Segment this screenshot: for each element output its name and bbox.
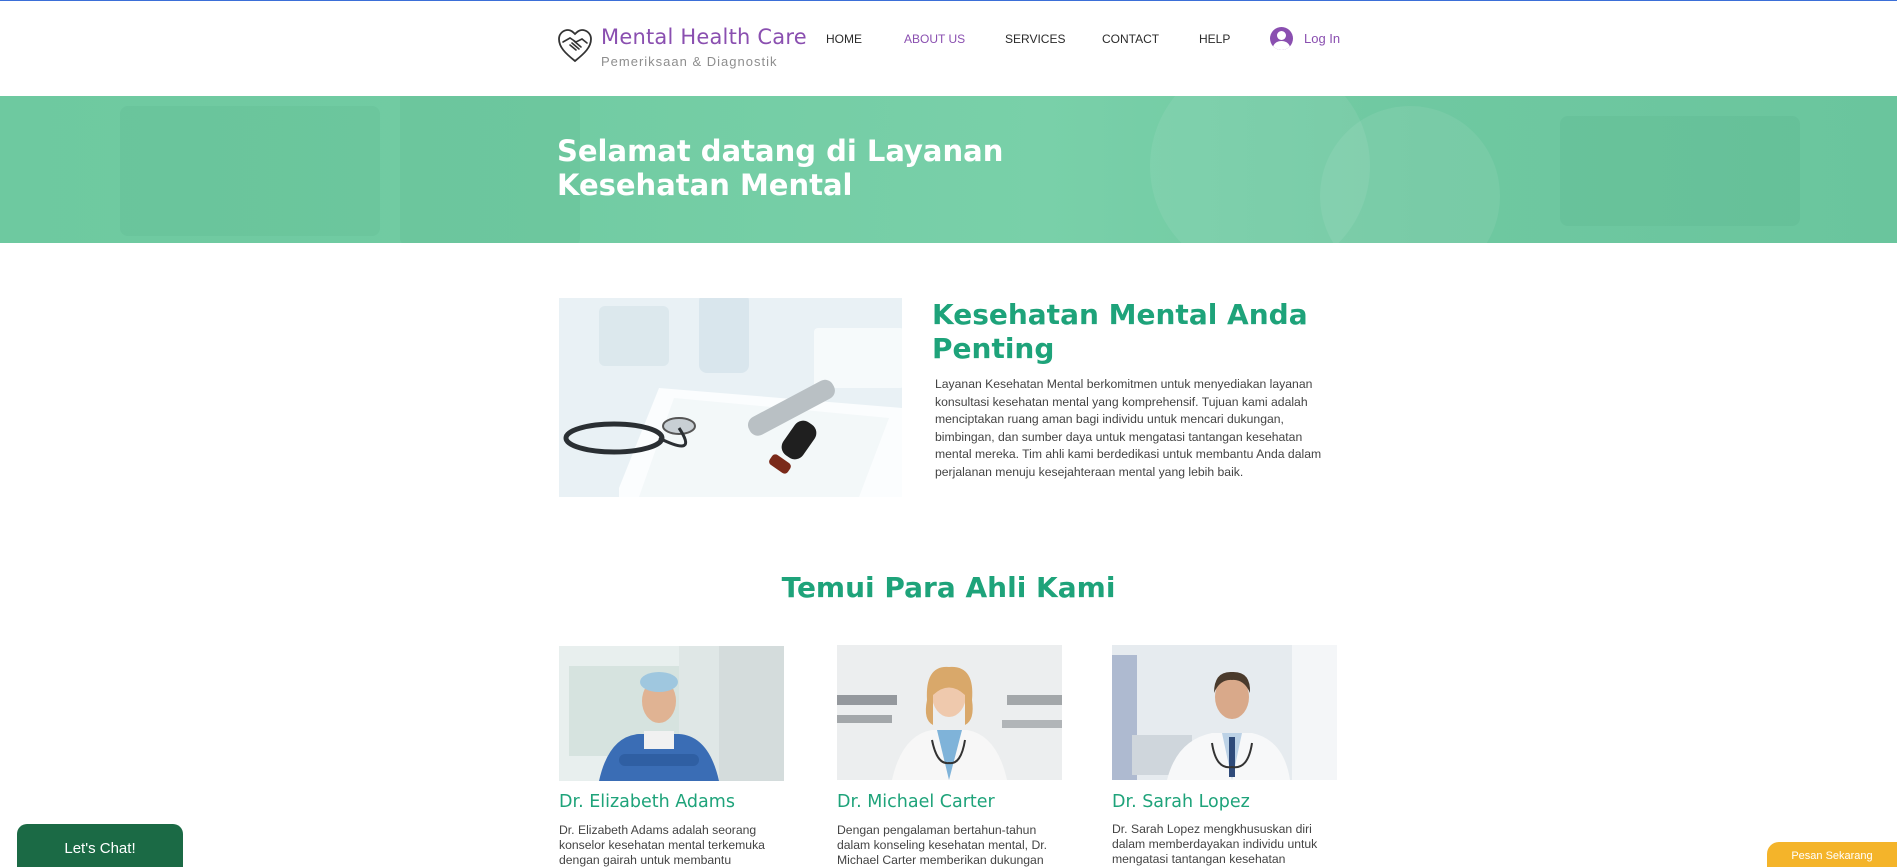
- site-header: Mental Health Care Pemeriksaan & Diagnos…: [0, 1, 1897, 96]
- hero-banner: Selamat datang di Layanan Kesehatan Ment…: [0, 96, 1897, 243]
- expert-photo: [1112, 645, 1337, 780]
- login-button[interactable]: Log In: [1270, 27, 1340, 50]
- expert-description: Dengan pengalaman bertahun-tahun dalam k…: [837, 823, 1048, 867]
- doctor-portrait-image: [837, 645, 1062, 780]
- expert-photo: [559, 646, 784, 781]
- hero-bg-shape: [120, 106, 380, 236]
- hero-bg-shape: [400, 96, 580, 243]
- nav-services[interactable]: SERVICES: [1005, 32, 1065, 46]
- doctor-portrait-image: [1112, 645, 1337, 780]
- expert-name[interactable]: Dr. Elizabeth Adams: [559, 792, 735, 812]
- handshake-heart-icon[interactable]: [557, 28, 593, 64]
- experts-title: Temui Para Ahli Kami: [781, 571, 1116, 604]
- hero-bg-shape: [1560, 116, 1800, 226]
- expert-name[interactable]: Dr. Michael Carter: [837, 792, 995, 812]
- brand-title[interactable]: Mental Health Care: [601, 25, 807, 49]
- order-now-button[interactable]: Pesan Sekarang: [1767, 842, 1897, 867]
- medical-equipment-image: [559, 298, 902, 497]
- expert-description: Dr. Sarah Lopez mengkhususkan diri dalam…: [1112, 822, 1318, 866]
- expert-name[interactable]: Dr. Sarah Lopez: [1112, 792, 1250, 812]
- stethoscope-illustration: [559, 298, 902, 497]
- doctor-portrait-image: [559, 646, 784, 781]
- login-label: Log In: [1304, 31, 1341, 46]
- user-avatar-icon: [1270, 27, 1293, 50]
- about-title: Kesehatan Mental Anda Penting: [932, 298, 1308, 365]
- chat-button[interactable]: Let's Chat!: [17, 824, 183, 867]
- brand-subtitle: Pemeriksaan & Diagnostik: [601, 54, 778, 69]
- nav-contact[interactable]: CONTACT: [1102, 32, 1159, 46]
- nav-home[interactable]: HOME: [826, 32, 862, 46]
- hero-title: Selamat datang di Layanan Kesehatan Ment…: [557, 134, 1004, 202]
- nav-about-us[interactable]: ABOUT US: [904, 32, 965, 46]
- nav-help[interactable]: HELP: [1199, 32, 1230, 46]
- expert-photo: [837, 645, 1062, 780]
- expert-description: Dr. Elizabeth Adams adalah seorang konse…: [559, 823, 765, 867]
- about-description: Layanan Kesehatan Mental berkomitmen unt…: [935, 377, 1322, 479]
